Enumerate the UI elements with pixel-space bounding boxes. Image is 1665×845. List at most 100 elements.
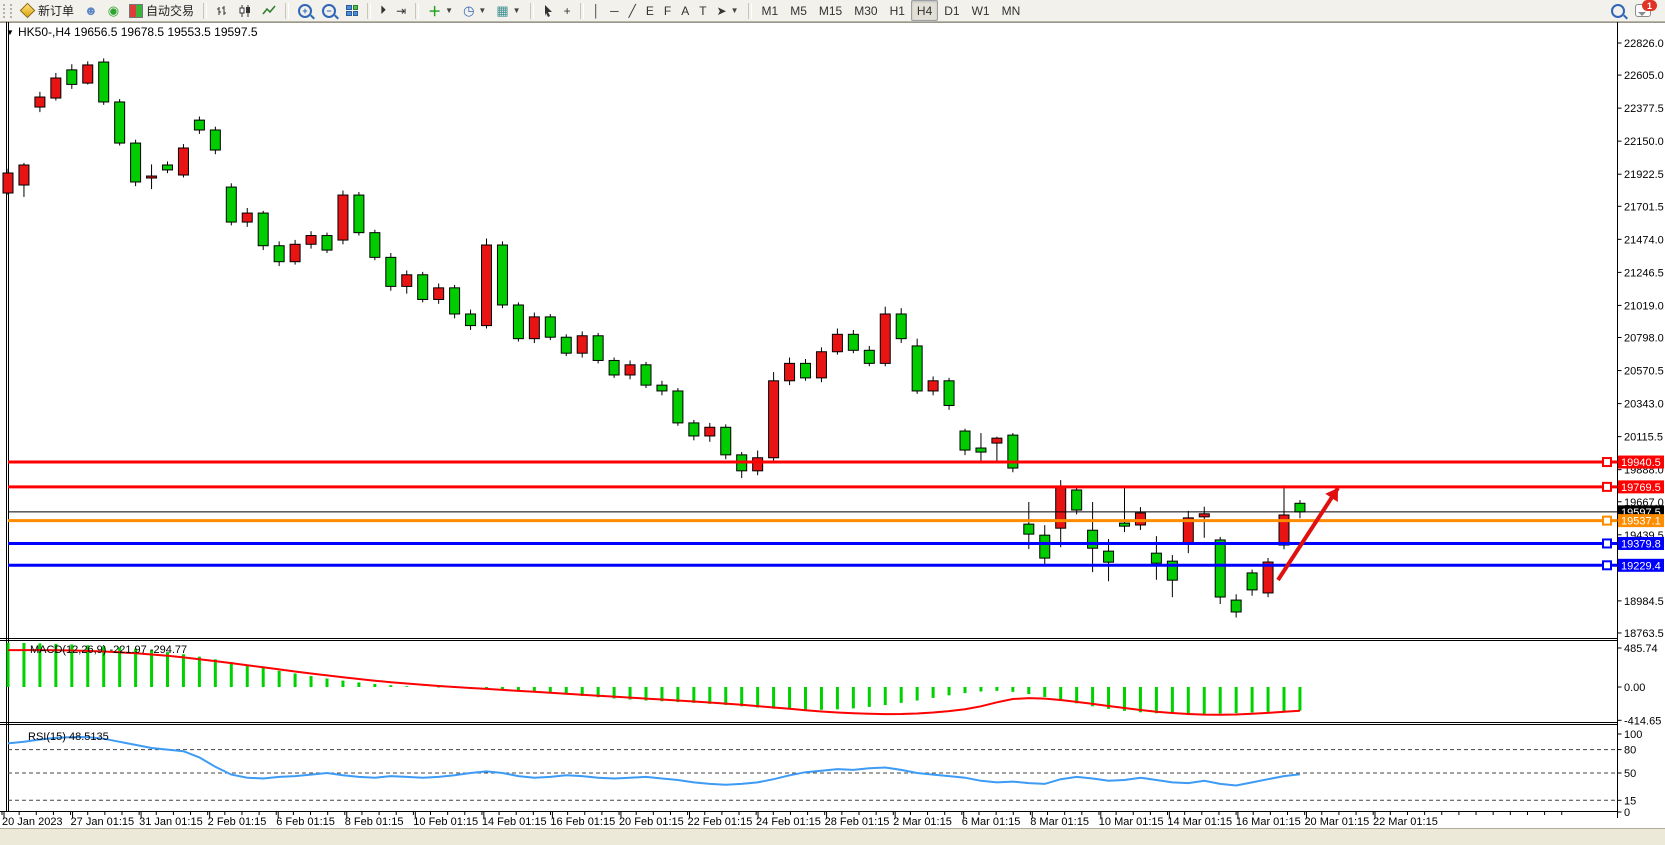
chevron-down-icon: ▼ xyxy=(513,6,521,15)
line-endpoint-marker[interactable] xyxy=(1603,517,1611,525)
timeframe-m15[interactable]: M15 xyxy=(813,0,848,21)
candle-down xyxy=(354,195,364,233)
auto-scroll-button[interactable]: ⏵ xyxy=(375,0,391,21)
time-label: 31 Jan 01:15 xyxy=(139,816,203,828)
templates-button[interactable]: ▦▼ xyxy=(491,0,525,21)
text-button[interactable]: A xyxy=(676,0,694,21)
chart-canvas[interactable]: 22826.022605.022377.522150.021922.521701… xyxy=(0,22,1665,840)
price-tick-label: 21019.0 xyxy=(1624,300,1664,312)
periods-button[interactable]: ◷▼ xyxy=(458,0,491,21)
new-order-icon xyxy=(20,3,36,19)
candle-down xyxy=(912,346,922,391)
time-label: 20 Jan 2023 xyxy=(2,816,63,828)
auto-trading-button[interactable]: 自动交易 xyxy=(124,0,199,21)
candle-up xyxy=(816,352,826,378)
candle-down xyxy=(976,448,986,452)
rsi-tick-label: 0 xyxy=(1624,807,1630,819)
timeframe-m30[interactable]: M30 xyxy=(848,0,883,21)
resistance-badge-text: 19940.5 xyxy=(1621,457,1661,469)
candle-up xyxy=(338,195,348,240)
arrows-tool-button[interactable]: ➤▼ xyxy=(712,0,744,21)
candle-up xyxy=(306,236,316,245)
toolbar-separator xyxy=(285,3,289,19)
signals-button[interactable]: ◉ xyxy=(103,0,124,21)
candle-up xyxy=(832,334,842,351)
line-endpoint-marker[interactable] xyxy=(1603,561,1611,569)
notifications-button[interactable]: 1 xyxy=(1635,4,1651,17)
candle-up xyxy=(35,97,45,107)
price-tick-label: 22150.0 xyxy=(1624,136,1664,148)
zoom-in-button[interactable]: + xyxy=(293,0,317,21)
trendline-button[interactable]: ╱ xyxy=(624,0,641,21)
search-icon[interactable] xyxy=(1611,4,1625,18)
horizontal-line-icon: ─ xyxy=(610,4,619,18)
line-chart-button[interactable] xyxy=(257,0,281,21)
candle-up xyxy=(402,275,412,287)
profile-icon: ☻ xyxy=(84,5,98,17)
candle-up xyxy=(19,165,29,185)
chart-shift-button[interactable]: ⇥ xyxy=(391,0,411,21)
time-label: 10 Mar 01:15 xyxy=(1099,816,1164,828)
price-tick-label: 21246.5 xyxy=(1624,267,1664,279)
time-label: 8 Mar 01:15 xyxy=(1030,816,1089,828)
price-tick-label: 21474.0 xyxy=(1624,234,1664,246)
line-endpoint-marker[interactable] xyxy=(1603,458,1611,466)
candle-down xyxy=(1120,523,1130,526)
rsi-tick-label: 50 xyxy=(1624,768,1636,780)
candle-down xyxy=(801,363,811,378)
candle-down xyxy=(673,391,683,423)
notification-badge: 1 xyxy=(1642,0,1657,11)
time-label: 2 Mar 01:15 xyxy=(893,816,952,828)
fibonacci-button[interactable]: F xyxy=(659,0,676,21)
macd-tick-label: 0.00 xyxy=(1624,682,1645,694)
time-label: 2 Feb 01:15 xyxy=(208,816,267,828)
candle-up xyxy=(3,173,13,193)
horizontal-line-button[interactable]: ─ xyxy=(605,0,624,21)
equidistant-channel-button[interactable]: E xyxy=(641,0,659,21)
toolbar-grip[interactable] xyxy=(3,4,12,18)
time-label: 14 Mar 01:15 xyxy=(1167,816,1232,828)
vertical-line-button[interactable]: │ xyxy=(588,0,606,21)
price-tick-label: 20115.5 xyxy=(1624,432,1663,444)
line-endpoint-marker[interactable] xyxy=(1603,539,1611,547)
line-endpoint-marker[interactable] xyxy=(1603,483,1611,491)
toolbar-separator xyxy=(415,3,419,19)
bottom-strip xyxy=(0,828,1665,840)
timeframe-h4[interactable]: H4 xyxy=(911,0,938,21)
text-label-button[interactable]: T xyxy=(694,0,711,21)
toolbar-separator xyxy=(367,3,371,19)
indicators-button[interactable]: ＋▼ xyxy=(423,0,458,21)
timeframe-m1[interactable]: M1 xyxy=(756,0,785,21)
auto-trading-icon xyxy=(129,4,143,18)
timeframe-h1[interactable]: H1 xyxy=(884,0,911,21)
crosshair-button[interactable]: + xyxy=(559,0,576,21)
time-label: 22 Feb 01:15 xyxy=(688,816,753,828)
line-chart-icon xyxy=(262,5,276,17)
timeframe-mn[interactable]: MN xyxy=(996,0,1027,21)
candle-down xyxy=(561,337,571,353)
candlestick-chart-button[interactable] xyxy=(234,0,257,21)
chart-window[interactable]: 22826.022605.022377.522150.021922.521701… xyxy=(0,22,1665,840)
profile-button[interactable]: ☻ xyxy=(79,0,103,21)
bar-chart-button[interactable] xyxy=(211,0,234,21)
zoom-out-button[interactable]: − xyxy=(317,0,341,21)
tile-windows-button[interactable] xyxy=(341,0,363,21)
indicators-icon: ＋ xyxy=(428,1,441,20)
timeframe-w1[interactable]: W1 xyxy=(966,0,996,21)
chevron-down-icon: ▼ xyxy=(731,6,739,15)
signals-icon: ◉ xyxy=(108,5,119,17)
price-tick-label: 22826.0 xyxy=(1624,38,1664,50)
timeframe-m5[interactable]: M5 xyxy=(784,0,813,21)
timeframe-d1[interactable]: D1 xyxy=(938,0,965,21)
candle-down xyxy=(274,246,284,262)
candle-down xyxy=(418,275,428,300)
time-label: 16 Mar 01:15 xyxy=(1236,816,1301,828)
chevron-down-icon: ▼ xyxy=(478,6,486,15)
cursor-button[interactable] xyxy=(538,0,559,21)
price-tick-label: 21701.5 xyxy=(1624,201,1664,213)
fibonacci-icon: F xyxy=(664,4,671,18)
candle-up xyxy=(753,458,763,471)
new-order-button[interactable]: 新订单 xyxy=(15,0,79,21)
candle-up xyxy=(880,314,890,363)
candle-up xyxy=(434,288,444,300)
